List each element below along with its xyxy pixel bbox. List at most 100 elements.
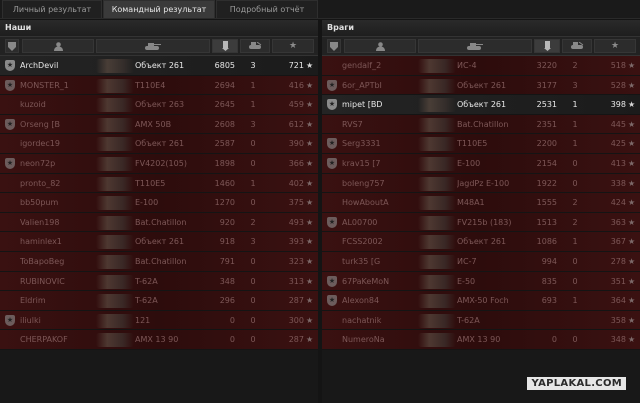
star-icon[interactable]: ★ — [272, 39, 314, 53]
tank-name: Объект 261 — [135, 237, 185, 247]
star-icon: ★ — [628, 237, 636, 247]
star-icon: ★ — [306, 198, 314, 208]
tank-icon[interactable] — [418, 39, 532, 53]
kills-icon[interactable] — [240, 39, 270, 53]
table-row[interactable]: kuzoid Объект 263 2645 1 459 ★ — [0, 95, 318, 115]
tank-name: M48A1 — [457, 198, 485, 208]
kills-icon[interactable] — [562, 39, 592, 53]
damage-value: 994 — [541, 256, 557, 266]
damage-value: 693 — [541, 296, 557, 306]
tab-team[interactable]: Командный результат — [103, 0, 215, 18]
star-icon: ★ — [306, 217, 314, 227]
kills-value: 0 — [572, 178, 578, 188]
allies-panel: Наши ★ ★ ArchDevil Объект 261 6805 3 721 ★ ★ MON… — [0, 20, 318, 403]
table-row[interactable]: ★ 67PaKeMoN E-50 835 0 351 ★ — [322, 271, 640, 292]
table-row[interactable]: igordec19 Объект 261 2587 0 390 ★ — [0, 134, 318, 154]
medal-icon: ★ — [327, 216, 337, 228]
star-icon: ★ — [628, 198, 636, 208]
player-icon[interactable] — [22, 39, 94, 53]
table-row[interactable]: ★ mipet [BD Объект 261 2531 1 398 ★ — [322, 95, 640, 115]
table-row[interactable]: gendalf_2 ИС-4 3220 2 518 ★ — [322, 56, 640, 76]
tank-name: ИС-7 — [457, 256, 477, 266]
kills-value: 0 — [250, 315, 256, 325]
table-row[interactable]: turk35 [G ИС-7 994 0 278 ★ — [322, 251, 640, 272]
table-row[interactable]: HowAboutA M48A1 1555 2 424 ★ — [322, 193, 640, 213]
tank-name: T-62A — [135, 276, 158, 286]
tank-image — [96, 117, 134, 132]
kills-value: 1 — [250, 100, 256, 110]
tank-image — [418, 98, 456, 113]
xp-value: 363 — [610, 217, 626, 227]
tank-name: T-62A — [457, 315, 480, 325]
tank-image — [418, 215, 456, 230]
star-icon: ★ — [628, 217, 636, 227]
player-icon[interactable] — [344, 39, 416, 53]
damage-value: 6805 — [214, 61, 235, 70]
table-row[interactable]: ★ Orseng [B AMX 50B 2608 3 612 ★ — [0, 114, 318, 135]
table-row[interactable]: NumeroNa AMX 13 90 0 0 348 ★ — [322, 330, 640, 350]
table-row[interactable]: boleng757 JagdPz E-100 1922 0 338 ★ — [322, 173, 640, 194]
table-row[interactable]: Valien198 Bat.Chatillon 920 2 493 ★ — [0, 212, 318, 233]
table-row[interactable]: ★ ArchDevil Объект 261 6805 3 721 ★ — [0, 56, 318, 76]
table-row[interactable]: Eldrim T-62A 296 0 287 ★ — [0, 291, 318, 311]
tank-name: T110E4 — [135, 80, 166, 90]
damage-icon[interactable] — [212, 39, 238, 53]
tank-image — [418, 196, 456, 211]
tab-personal[interactable]: Личный результат — [2, 0, 102, 18]
table-row[interactable]: ★ iliulki 121 0 0 300 ★ — [0, 310, 318, 331]
xp-value: 721 — [288, 61, 304, 70]
table-row[interactable]: ToBapoBeg Bat.Chatillon 791 0 323 ★ — [0, 251, 318, 272]
tank-name: FV215b (183) — [457, 217, 512, 227]
medal-icon[interactable] — [5, 39, 19, 53]
star-icon: ★ — [306, 61, 314, 70]
xp-value: 351 — [610, 276, 626, 286]
table-row[interactable]: FCSS2002 Объект 261 1086 1 367 ★ — [322, 232, 640, 252]
damage-icon[interactable] — [534, 39, 560, 53]
table-row[interactable]: ★ AL00700 FV215b (183) 1513 2 363 ★ — [322, 212, 640, 233]
tab-detailed[interactable]: Подробный отчёт — [216, 0, 318, 18]
medal-icon: ★ — [327, 295, 337, 307]
table-row[interactable]: CHERPAKOF AMX 13 90 0 0 287 ★ — [0, 330, 318, 350]
tank-name: Объект 261 — [135, 61, 185, 70]
medal-icon[interactable] — [327, 39, 341, 53]
xp-value: 364 — [610, 296, 626, 306]
kills-value: 0 — [250, 198, 256, 208]
tank-name: JagdPz E-100 — [457, 178, 510, 188]
xp-value: 278 — [610, 256, 626, 266]
tank-name: Объект 261 — [457, 80, 507, 90]
star-icon: ★ — [306, 178, 314, 188]
tank-name: FV4202(105) — [135, 158, 187, 168]
star-icon[interactable]: ★ — [594, 39, 636, 53]
table-row[interactable]: nachatnik T-62A 358 ★ — [322, 310, 640, 331]
kills-value: 1 — [250, 178, 256, 188]
tank-image — [96, 59, 134, 73]
table-row[interactable]: ★ Serg3331 T110E5 2200 1 425 ★ — [322, 134, 640, 154]
xp-value: 398 — [610, 100, 626, 110]
table-row[interactable]: bb50pum E-100 1270 0 375 ★ — [0, 193, 318, 213]
table-row[interactable]: ★ Alexon84 AMX-50 Foch 693 1 364 ★ — [322, 291, 640, 311]
watermark: YAPLAKAL.COM — [527, 377, 626, 390]
table-row[interactable]: haminlex1 Объект 261 918 3 393 ★ — [0, 232, 318, 252]
tank-image — [96, 235, 134, 250]
damage-value: 2608 — [214, 119, 235, 129]
table-row[interactable]: pronto_82 T110E5 1460 1 402 ★ — [0, 173, 318, 194]
tank-image — [418, 254, 456, 269]
table-row[interactable]: ★ 6or_APTbI Объект 261 3177 3 528 ★ — [322, 75, 640, 96]
table-row[interactable]: ★ neon72p FV4202(105) 1898 0 366 ★ — [0, 153, 318, 174]
xp-value: 287 — [288, 335, 304, 345]
table-row[interactable]: ★ krav15 [7 E-100 2154 0 413 ★ — [322, 153, 640, 174]
tank-image — [96, 294, 134, 309]
xp-value: 313 — [288, 276, 304, 286]
star-icon: ★ — [628, 178, 636, 188]
star-icon: ★ — [628, 61, 636, 70]
table-row[interactable]: RUBINOVIC T-62A 348 0 313 ★ — [0, 271, 318, 292]
tank-image — [418, 156, 456, 171]
tank-image — [96, 78, 134, 93]
table-row[interactable]: RVS7 Bat.Chatillon 2351 1 445 ★ — [322, 114, 640, 135]
tank-icon[interactable] — [96, 39, 210, 53]
allies-title: Наши — [0, 20, 318, 37]
damage-value: 1460 — [214, 178, 235, 188]
tank-image — [96, 98, 134, 113]
table-row[interactable]: ★ MONSTER_1 T110E4 2694 1 416 ★ — [0, 75, 318, 96]
tank-name: ИС-4 — [457, 61, 477, 70]
